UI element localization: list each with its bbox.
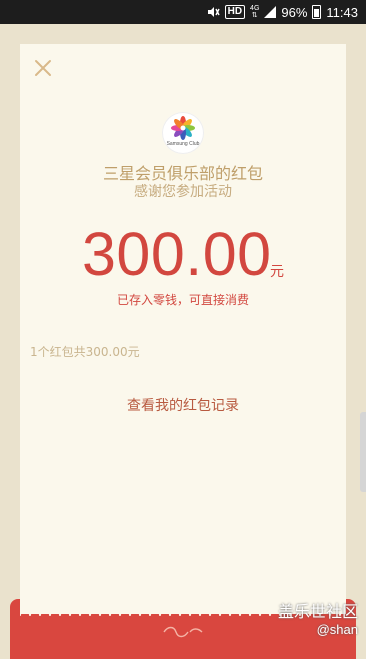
status-icons: HD 4G ⇅ 96% 11:43 — [206, 0, 358, 24]
samsung-club-logo: Samsung Club — [162, 112, 204, 154]
hd-badge: HD — [224, 5, 246, 19]
status-bar: HD 4G ⇅ 96% 11:43 — [0, 0, 366, 24]
amount-value: 300.00 — [82, 220, 272, 288]
network-indicator: 4G ⇅ — [250, 5, 259, 19]
data-arrows-icon: ⇅ — [251, 12, 258, 19]
watermark-site: 盖乐世社区 — [277, 602, 358, 621]
signal-icon — [264, 6, 277, 18]
logo-text: Samsung Club — [166, 141, 200, 147]
battery-percent: 96% — [281, 4, 308, 20]
flower-icon — [171, 116, 195, 140]
greeting-text: 感谢您参加活动 — [134, 184, 232, 200]
close-icon[interactable] — [30, 55, 56, 81]
packet-summary: 1个红包共300.00元 — [30, 345, 140, 359]
envelope-ornament-icon — [163, 626, 203, 638]
clock: 11:43 — [326, 4, 358, 20]
battery-icon — [312, 5, 322, 19]
edge-panel-handle[interactable] — [360, 412, 366, 492]
network-type-label: 4G — [250, 5, 260, 12]
mute-icon — [207, 7, 220, 17]
watermark-user: @shan — [316, 622, 358, 637]
amount-unit: 元 — [270, 264, 284, 280]
stored-to-wallet-link[interactable]: 已存入零钱，可直接消费 — [0, 291, 366, 308]
view-records-link[interactable]: 查看我的红包记录 — [0, 395, 366, 415]
